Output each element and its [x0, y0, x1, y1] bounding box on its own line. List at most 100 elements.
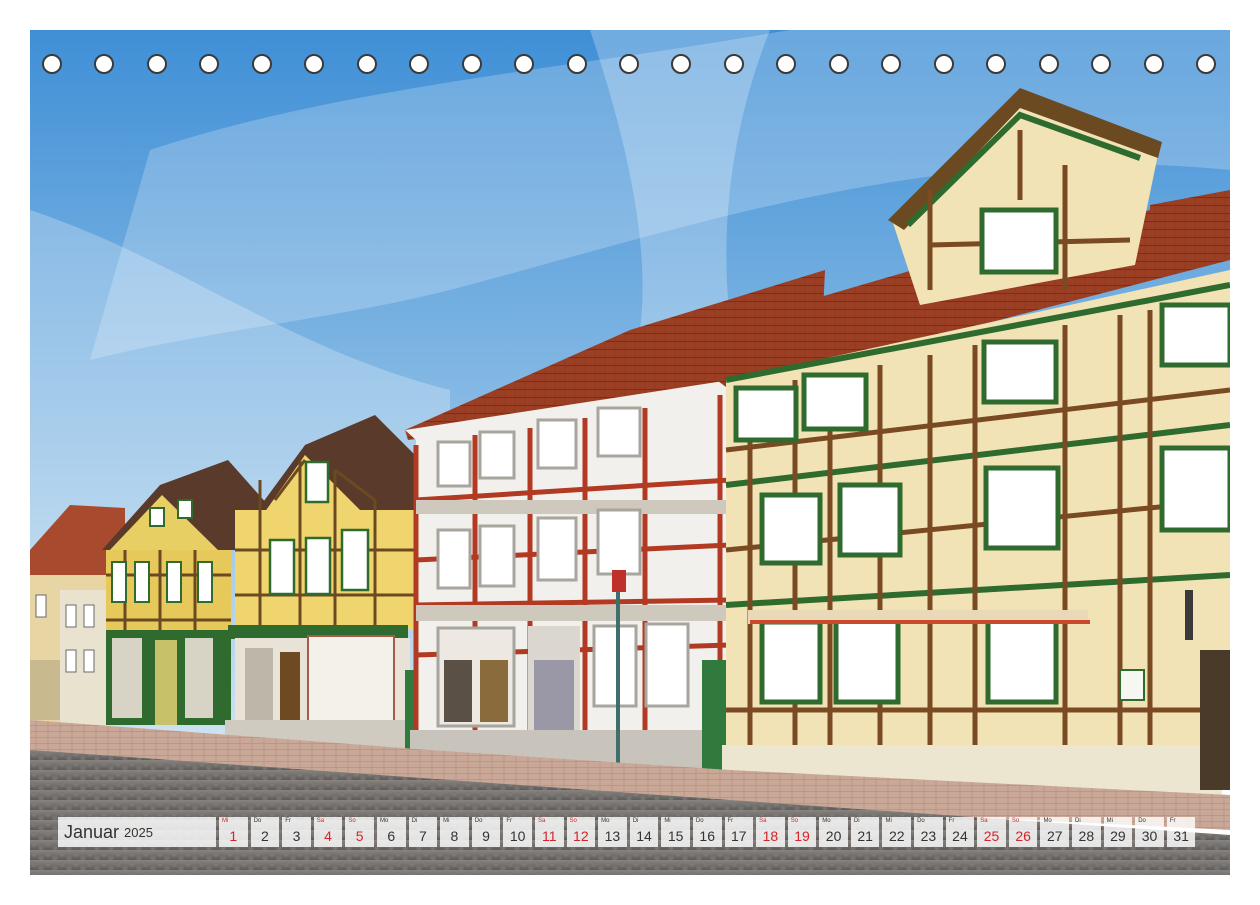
binding-hole: [881, 54, 902, 74]
calendar-page: Januar 2025 Mi 1 Do 2 Fr 3 Sa 4 So 5 Mo 6 Di 7 Mi 8 Do 9 F…: [30, 30, 1230, 875]
day-number: 22: [888, 828, 905, 844]
binding-hole: [933, 54, 954, 74]
day-number: 10: [509, 828, 526, 844]
day-cell: Mo 13: [598, 817, 627, 847]
binding-hole: [986, 54, 1007, 74]
day-number: 14: [636, 828, 652, 844]
day-number: 24: [952, 828, 968, 844]
day-number: 13: [604, 828, 621, 844]
day-number: 26: [1015, 828, 1031, 844]
day-cell: Fr 10: [503, 817, 532, 847]
day-number: 30: [1141, 828, 1158, 844]
weekday-label: Di: [411, 818, 418, 824]
binding-hole: [828, 54, 849, 74]
weekday-label: So: [569, 818, 577, 824]
binding-hole: [304, 54, 325, 74]
day-number: 6: [387, 828, 396, 844]
weekday-label: Do: [695, 818, 704, 824]
day-number: 15: [667, 828, 684, 844]
month-name: Januar: [64, 821, 120, 842]
weekday-label: Fr: [948, 818, 955, 824]
weekday-label: Fr: [727, 818, 734, 824]
day-cell: Sa 11: [534, 817, 564, 847]
day-cell: Do 9: [471, 817, 501, 847]
weekday-label: Mo: [1043, 818, 1052, 824]
day-cell: Fr 24: [945, 817, 975, 847]
day-cell: Do 30: [1135, 817, 1164, 847]
binding-hole: [1038, 54, 1059, 74]
weekday-label: So: [348, 818, 356, 824]
weekday-label: Fr: [285, 818, 291, 824]
day-number: 8: [450, 828, 459, 844]
day-cell: Do 23: [914, 817, 943, 847]
binding-hole: [671, 54, 692, 74]
weekday-label: Di: [853, 818, 860, 824]
day-cell: So 19: [787, 817, 817, 847]
day-number: 21: [857, 828, 873, 844]
day-number: 28: [1078, 828, 1095, 844]
day-cell: Do 16: [692, 817, 722, 847]
weekday-label: So: [790, 818, 799, 824]
binding-hole: [199, 54, 220, 74]
month-label: Januar 2025: [58, 817, 216, 847]
day-number: 29: [1110, 828, 1126, 844]
calendar-strip: Januar 2025 Mi 1 Do 2 Fr 3 Sa 4 So 5 Mo 6 Di 7 Mi 8 Do 9 F…: [58, 817, 1198, 847]
day-number: 2: [260, 828, 269, 844]
weekday-label: Mi: [664, 818, 671, 824]
weekday-label: Di: [1075, 818, 1081, 824]
binding-hole: [619, 54, 639, 74]
binding-hole: [776, 54, 797, 74]
day-cell: Fr 3: [282, 817, 311, 847]
weekday-label: Do: [474, 818, 483, 824]
binding-hole: [566, 54, 587, 74]
day-number: 17: [731, 828, 747, 844]
year: 2025: [124, 824, 153, 840]
weekday-label: Mi: [222, 818, 229, 824]
day-cell: Fr 17: [724, 817, 754, 847]
day-number: 1: [229, 828, 238, 844]
weekday-label: So: [1011, 818, 1020, 824]
day-number: 5: [355, 828, 364, 844]
day-cell: Mi 8: [440, 817, 469, 847]
weekday-label: Sa: [980, 818, 988, 824]
weekday-label: Mi: [1106, 818, 1113, 824]
day-cell: Di 21: [850, 817, 880, 847]
weekday-label: Sa: [759, 818, 767, 824]
weekday-label: Mi: [885, 818, 892, 824]
photo-half-timbered-houses: [30, 30, 1230, 875]
day-number: 19: [794, 828, 810, 844]
day-number: 31: [1173, 828, 1189, 844]
day-cell: Mo 6: [376, 817, 406, 847]
day-number: 23: [920, 828, 937, 844]
weekday-label: Mo: [822, 818, 831, 824]
weekday-label: Mi: [443, 818, 450, 824]
day-number: 18: [762, 828, 779, 844]
binding-hole: [251, 54, 272, 74]
day-cell: So 12: [566, 817, 596, 847]
binding-hole: [356, 54, 377, 74]
day-cell: So 5: [345, 817, 374, 847]
day-cell: Sa 25: [977, 817, 1006, 847]
binding-holes: [30, 54, 1230, 80]
day-number: 9: [482, 828, 490, 844]
weekday-label: Do: [253, 818, 262, 824]
weekday-label: Fr: [1169, 818, 1176, 824]
binding-hole: [94, 54, 115, 74]
day-number: 16: [699, 828, 715, 844]
day-number: 11: [541, 828, 557, 844]
day-cell: Fr 31: [1166, 817, 1196, 847]
day-cell: Di 14: [629, 817, 659, 847]
weekday-label: Sa: [316, 818, 325, 824]
day-cell: Di 7: [408, 817, 438, 847]
day-cell: So 26: [1008, 817, 1038, 847]
binding-hole: [42, 54, 62, 74]
day-cell: Mo 20: [819, 817, 848, 847]
day-cell: Mo 27: [1040, 817, 1070, 847]
weekday-label: Do: [917, 818, 925, 824]
weekday-label: Di: [632, 818, 639, 824]
binding-hole: [409, 54, 430, 74]
day-cell: Sa 18: [756, 817, 785, 847]
day-cell: Mi 15: [661, 817, 690, 847]
day-cell: Mi 1: [219, 817, 248, 847]
day-cell: Di 28: [1072, 817, 1101, 847]
